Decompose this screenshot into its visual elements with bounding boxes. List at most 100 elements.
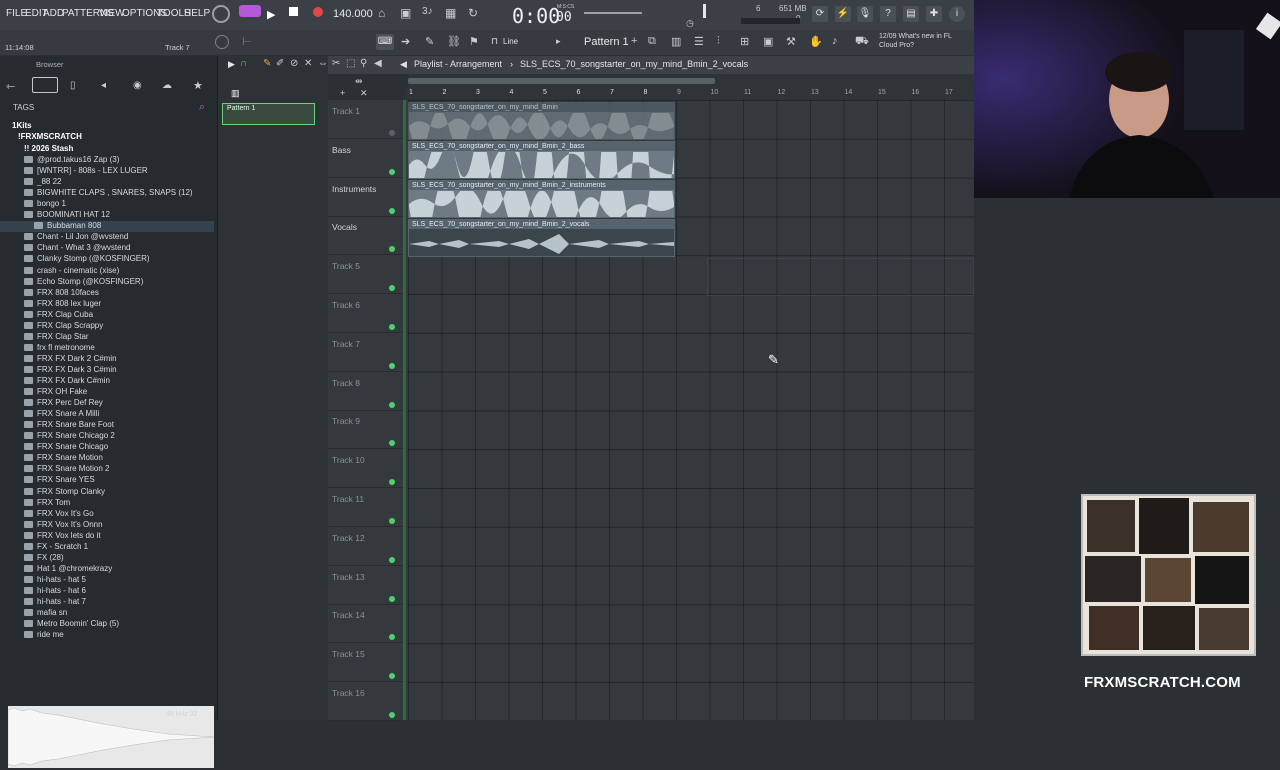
browser-item[interactable]: crash - cinematic (xise) <box>24 266 214 277</box>
next-icon[interactable]: ➔ <box>401 35 410 48</box>
menu-view[interactable]: VIEW <box>99 8 125 19</box>
tempo-tap-icon[interactable]: ♪ <box>832 35 838 47</box>
zoom-tool-icon[interactable]: ⚲ <box>360 58 367 69</box>
track-header[interactable]: Track 6 <box>328 294 404 333</box>
audio-clip-instruments[interactable]: SLS_ECS_70_songstarter_on_my_mind_Bmin_2… <box>408 180 675 218</box>
project-icon[interactable]: ▣ <box>763 35 773 48</box>
folder-frxmscratch[interactable]: !FRXMSCRATCH <box>18 132 82 141</box>
master-volume-knob[interactable] <box>212 5 230 23</box>
browser-item[interactable]: FRX Perc Def Rey <box>24 398 214 409</box>
track-header[interactable]: Track 15 <box>328 643 404 683</box>
speaker-icon[interactable]: ◀ <box>400 59 407 70</box>
wait-input-icon[interactable]: ▣ <box>400 6 411 20</box>
browser-item[interactable]: hi-hats - hat 6 <box>24 586 214 597</box>
info-icon[interactable]: i <box>949 6 965 22</box>
browser-item[interactable]: FRX 808 lex luger <box>24 299 214 310</box>
track-header[interactable]: Instruments <box>328 178 404 217</box>
track-enable-dot[interactable] <box>389 634 395 641</box>
folder-2026-stash[interactable]: !! 2026 Stash <box>24 144 73 153</box>
mute-tool-icon[interactable]: ✕ <box>304 58 312 69</box>
browser-folder-tab[interactable] <box>32 77 58 93</box>
browser-plugin-icon[interactable]: ◂ <box>101 80 106 91</box>
pitch-icon[interactable]: ⊢ <box>242 35 252 48</box>
track-header[interactable]: Track 13 <box>328 566 404 605</box>
browser-item[interactable]: ride me <box>24 630 214 641</box>
track-enable-dot[interactable] <box>389 479 395 486</box>
browser-item[interactable]: [WNTRR] - 808s - LEX LUGER <box>24 166 214 177</box>
menu-add[interactable]: ADD <box>43 8 64 19</box>
menu-file[interactable]: FILE <box>6 8 27 19</box>
shop-icon[interactable]: ⛟ <box>855 35 869 49</box>
snap-select[interactable]: Line <box>503 37 518 46</box>
refresh-icon[interactable]: ⟳ <box>812 6 828 22</box>
audio-clip-bass[interactable]: SLS_ECS_70_songstarter_on_my_mind_Bmin_2… <box>408 141 675 179</box>
browser-item[interactable]: FRX Snare Bare Foot <box>24 420 214 431</box>
news-hint[interactable]: 12/09 What's new in FL Cloud Pro? <box>879 32 971 50</box>
channel-rack-icon[interactable]: ☰ <box>694 35 704 48</box>
stamp-icon[interactable]: ⚑ <box>469 35 479 48</box>
track-enable-dot[interactable] <box>389 362 395 369</box>
slice-tool-icon[interactable]: ✂ <box>332 58 340 69</box>
paint-tool-icon[interactable]: ✐ <box>276 58 284 69</box>
menu-help[interactable]: HELP <box>184 8 210 19</box>
browser-search-icon[interactable]: ⌕ <box>199 101 205 114</box>
magnet-snap-icon[interactable]: ∩ <box>240 58 247 69</box>
playlist-menu-icon[interactable]: ▶ <box>228 59 235 70</box>
track-header[interactable]: Track 16 <box>328 682 404 721</box>
plugin-icon[interactable]: ✚ <box>926 6 942 22</box>
typing-keyboard-icon[interactable]: ⌨ <box>376 34 394 50</box>
browser-item[interactable]: FRX Vox It's Onnn <box>24 520 214 531</box>
browser-item[interactable]: FX - Scratch 1 <box>24 542 214 553</box>
scroll-horizontal-icon[interactable]: ⇹ <box>355 76 363 87</box>
track-enable-dot[interactable] <box>389 401 395 408</box>
pattern-picker-icon[interactable]: ▥ <box>231 88 240 99</box>
browser-item[interactable]: Chant - Lil Jon @wvstend <box>24 232 214 243</box>
scrollbar-thumb[interactable] <box>408 78 715 84</box>
track-enable-dot[interactable] <box>389 595 395 602</box>
browser-item[interactable]: hi-hats - hat 5 <box>24 575 214 586</box>
browser-star-icon[interactable]: ★ <box>193 79 203 92</box>
browser-item[interactable]: FRX Snare YES <box>24 475 214 486</box>
track-header[interactable]: Bass <box>328 139 404 178</box>
browser-item[interactable]: FRX Vox lets do it <box>24 531 214 542</box>
browser-item[interactable]: Hat 1 @chromekrazy <box>24 564 214 575</box>
browser-tree-icon[interactable]: ⊞ <box>740 35 749 48</box>
step-edit-icon[interactable]: ▦ <box>445 6 456 20</box>
folder-1kits[interactable]: 1Kits <box>12 121 32 130</box>
browser-disk-icon[interactable]: ◉ <box>133 80 142 91</box>
slip-tool-icon[interactable]: ⇔ <box>318 58 328 69</box>
audio-clip-vocals[interactable]: SLS_ECS_70_songstarter_on_my_mind_Bmin_2… <box>408 219 675 257</box>
paint-icon[interactable]: ✎ <box>425 35 434 48</box>
mixer-window-icon[interactable]: ⫶ <box>717 35 720 48</box>
mixer-icon[interactable]: ⚡ <box>835 6 851 22</box>
add-pattern-icon[interactable]: + <box>631 35 637 47</box>
plugin-picker-icon[interactable]: ⚒ <box>786 35 796 48</box>
browser-item[interactable]: BIGWHITE CLAPS , SNARES, SNAPS (12) <box>24 188 214 199</box>
browser-item[interactable]: @prod.takus16 Zap (3) <box>24 155 214 166</box>
pat-song-toggle[interactable] <box>239 5 261 17</box>
pattern-prev-icon[interactable]: ▸ <box>556 36 561 47</box>
delete-tool-icon[interactable]: ⊘ <box>290 58 298 69</box>
track-header[interactable]: Vocals <box>328 216 404 256</box>
browser-item[interactable]: FRX Stomp Clanky <box>24 487 214 498</box>
track-enable-dot[interactable] <box>389 673 395 680</box>
track-header[interactable]: Track 10 <box>328 449 404 489</box>
browser-item[interactable]: FRX 808 10faces <box>24 288 214 299</box>
browser-item[interactable]: _88 22 <box>24 177 214 188</box>
track-enable-dot[interactable] <box>389 518 395 524</box>
metronome-icon[interactable]: ⌂ <box>378 6 385 20</box>
browser-back-icon[interactable]: ⇽ <box>6 80 15 93</box>
browser-item[interactable]: FX (28) <box>24 553 214 564</box>
add-track-icon[interactable]: + <box>340 88 345 98</box>
track-enable-dot[interactable] <box>389 168 395 175</box>
browser-item[interactable]: Metro Boomin' Clap (5) <box>24 619 214 630</box>
help-icon[interactable]: ? <box>880 6 896 22</box>
browser-item[interactable]: FRX Snare A Milli <box>24 409 214 420</box>
browser-item[interactable]: mafia sn <box>24 608 214 619</box>
track-header[interactable]: Track 9 <box>328 410 404 450</box>
select-tool-icon[interactable]: ⬚ <box>346 58 355 69</box>
track-enable-dot[interactable] <box>389 246 395 253</box>
browser-item[interactable]: FRX FX Dark 2 C#min <box>24 354 214 365</box>
browser-item[interactable]: FRX FX Dark C#min <box>24 376 214 387</box>
pattern-selector[interactable]: Pattern 1 <box>584 36 629 48</box>
